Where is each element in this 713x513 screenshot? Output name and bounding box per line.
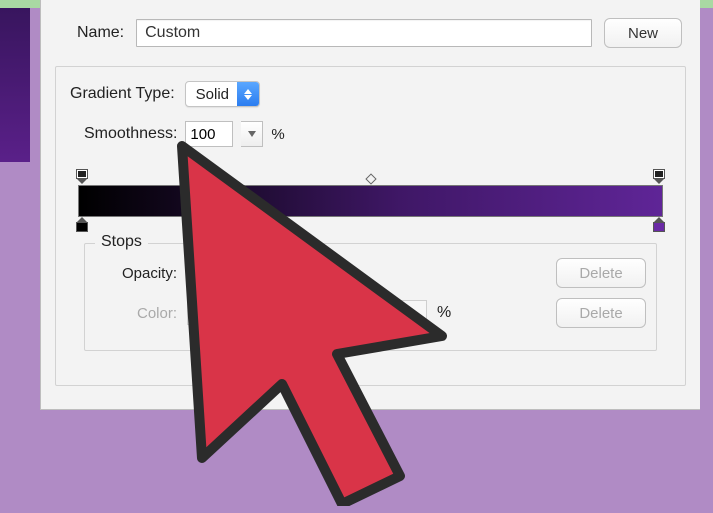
color-stop-start[interactable] [75,217,89,235]
stops-legend: Stops [95,233,148,251]
color-label: Color: [103,305,177,322]
delete-opacity-stop-button[interactable]: Delete [556,258,646,288]
name-input[interactable] [136,19,592,47]
opacity-label: Opacity: [103,265,177,282]
name-label: Name: [77,24,124,42]
chevron-up-down-icon [237,82,259,106]
smoothness-label: Smoothness: [84,125,177,143]
delete-color-stop-button[interactable]: Delete [556,298,646,328]
gradient-type-select[interactable]: Solid [185,81,260,107]
opacity-stop-end[interactable] [652,169,666,183]
gradient-bar[interactable] [78,185,663,217]
gradient-preview[interactable] [72,169,669,225]
color-swatch[interactable] [187,301,233,325]
smoothness-stepper[interactable] [241,121,263,147]
smoothness-unit: % [271,126,284,143]
color-stop-end[interactable] [652,217,666,235]
gradient-type-value: Solid [186,86,237,103]
new-button[interactable]: New [604,18,682,48]
smoothness-input[interactable] [185,121,233,147]
opacity-stop-start[interactable] [75,169,89,183]
gradient-editor-dialog: Name: New Gradient Type: Solid Smoothnes… [40,0,700,410]
gradient-settings-group: Gradient Type: Solid Smoothness: % [55,66,686,386]
opacity-input[interactable] [187,260,241,286]
stops-group: Stops Opacity: Delete Color: % Delete [84,243,657,351]
gradient-type-label: Gradient Type: [70,85,175,103]
color-location-unit: % [437,304,451,322]
midpoint-diamond-icon[interactable] [365,173,376,184]
color-location-input[interactable] [373,300,427,326]
